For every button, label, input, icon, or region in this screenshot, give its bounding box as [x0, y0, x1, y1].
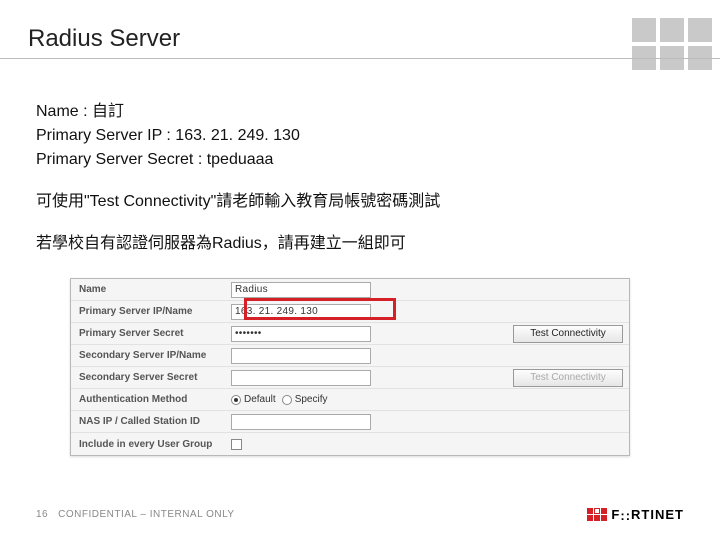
body-line-5: 若學校自有認證伺服器為Radius，請再建立一組即可 [36, 232, 676, 256]
page-number: 16 [36, 509, 48, 520]
brand-name: F::RTINET [611, 507, 684, 522]
title-bar: Radius Server [0, 20, 720, 58]
body-line-2: Primary Server IP : 163. 21. 249. 130 [36, 124, 676, 148]
row-auth-method: Authentication Method Default Specify [71, 389, 629, 411]
slide: Radius Server Name : 自訂 Primary Server I… [0, 0, 720, 540]
body-line-4: 可使用"Test Connectivity"請老師輸入教育局帳號密碼測試 [36, 190, 676, 214]
label-primary-ip: Primary Server IP/Name [71, 306, 231, 317]
brand-logo: F::RTINET [587, 507, 684, 522]
body-line-3: Primary Server Secret : tpeduaaa [36, 148, 676, 172]
radio-specify-label: Specify [295, 394, 328, 405]
row-secondary-secret: Secondary Server Secret Test Connectivit… [71, 367, 629, 389]
body-line-1: Name : 自訂 [36, 100, 676, 124]
row-primary-secret: Primary Server Secret ••••••• Test Conne… [71, 323, 629, 345]
label-auth-method: Authentication Method [71, 394, 231, 405]
row-include: Include in every User Group [71, 433, 629, 455]
checkbox-include[interactable] [231, 439, 242, 450]
label-primary-secret: Primary Server Secret [71, 328, 231, 339]
radio-dot-icon [282, 395, 292, 405]
confidential-label: CONFIDENTIAL – INTERNAL ONLY [58, 509, 234, 520]
radio-dot-icon [231, 395, 241, 405]
label-secondary-ip: Secondary Server IP/Name [71, 350, 231, 361]
input-nas-ip[interactable] [231, 414, 371, 430]
row-nas-ip: NAS IP / Called Station ID [71, 411, 629, 433]
input-name[interactable]: Radius [231, 282, 371, 298]
label-include: Include in every User Group [71, 439, 231, 450]
body-text: Name : 自訂 Primary Server IP : 163. 21. 2… [36, 100, 676, 256]
label-secondary-secret: Secondary Server Secret [71, 372, 231, 383]
test-connectivity-button-2[interactable]: Test Connectivity [513, 369, 623, 387]
radio-specify[interactable]: Specify [282, 394, 328, 405]
footer: 16 CONFIDENTIAL – INTERNAL ONLY F::RTINE… [36, 507, 684, 522]
radio-default-label: Default [244, 394, 276, 405]
input-secondary-secret[interactable] [231, 370, 371, 386]
input-secondary-ip[interactable] [231, 348, 371, 364]
label-name: Name [71, 284, 231, 295]
radio-default[interactable]: Default [231, 394, 276, 405]
title-underline [0, 58, 720, 59]
input-primary-secret[interactable]: ••••••• [231, 326, 371, 342]
slide-title: Radius Server [28, 25, 180, 53]
logo-mark-icon [587, 508, 607, 521]
row-secondary-ip: Secondary Server IP/Name [71, 345, 629, 367]
highlight-rectangle [244, 298, 396, 320]
label-nas-ip: NAS IP / Called Station ID [71, 416, 231, 427]
test-connectivity-button-1[interactable]: Test Connectivity [513, 325, 623, 343]
